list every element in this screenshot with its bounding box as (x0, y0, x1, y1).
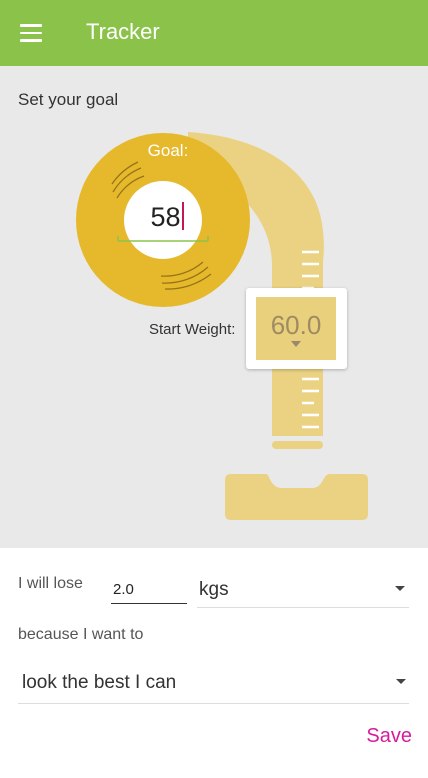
lose-label: I will lose (18, 575, 83, 592)
start-weight-label: Start Weight: (149, 321, 236, 338)
start-weight-display: 60.0 (256, 297, 336, 360)
reason-select[interactable]: look the best I can (18, 663, 409, 704)
tape-tip (272, 441, 323, 449)
because-label: because I want to (18, 626, 144, 643)
goal-weight-input[interactable]: 58 (127, 202, 207, 233)
goal-illustration-panel: Set your goal Goal: 58 Start Weight: 60.… (0, 66, 428, 548)
hamburger-menu-icon[interactable] (14, 18, 48, 48)
start-weight-picker[interactable]: 60.0 (246, 288, 347, 369)
start-weight-value: 60.0 (270, 310, 322, 340)
text-cursor (181, 202, 184, 230)
lose-amount-input[interactable]: 2.0 (111, 577, 187, 604)
tape-measure-illustration (76, 132, 368, 520)
picker-pointer-icon (246, 322, 253, 332)
save-button[interactable]: Save (352, 725, 412, 755)
goal-weight-value: 58 (150, 202, 181, 232)
reason-select-value: look the best I can (22, 672, 177, 693)
app-title: Tracker (86, 19, 160, 44)
start-weight-dropdown-icon (291, 341, 301, 347)
goal-caption: Goal: (147, 141, 189, 160)
unit-dropdown-icon (395, 586, 405, 591)
unit-select[interactable]: kgs (197, 570, 409, 608)
reason-dropdown-icon (396, 679, 406, 684)
unit-select-value: kgs (199, 579, 229, 600)
app-bar: Tracker (0, 0, 428, 66)
scale-base (225, 474, 368, 520)
